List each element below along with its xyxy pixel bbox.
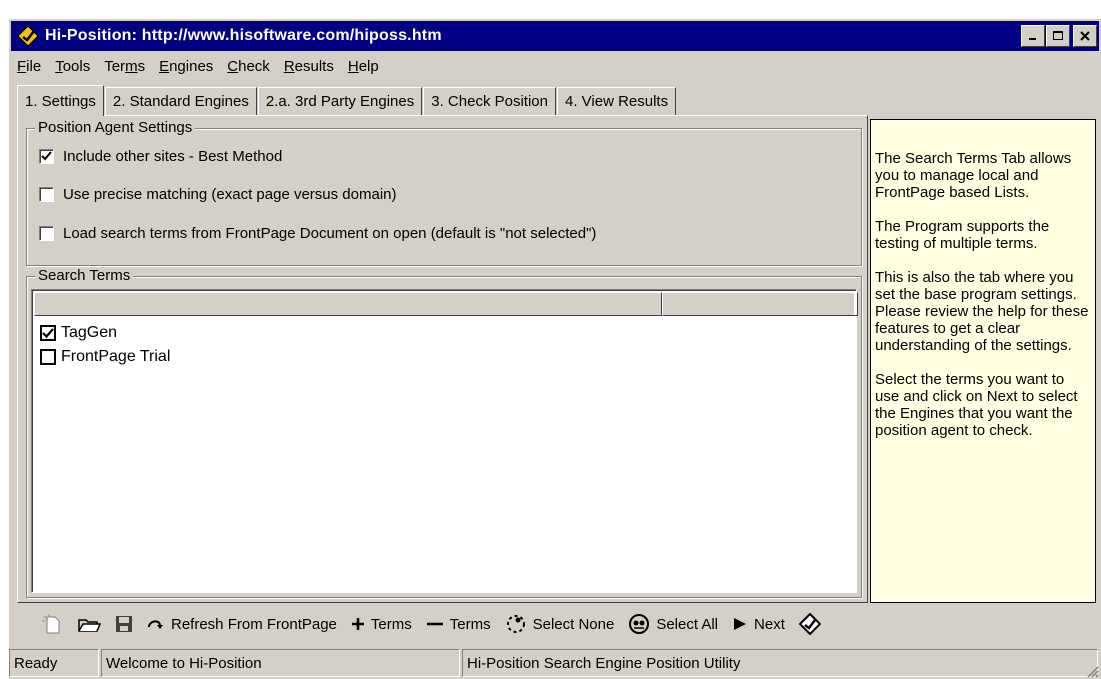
tab-3rd-party-engines[interactable]: 2.a. 3rd Party Engines — [257, 87, 423, 115]
select-all-button[interactable]: Select All — [628, 613, 718, 635]
add-terms-button[interactable]: Terms — [351, 616, 412, 633]
about-button[interactable] — [798, 613, 821, 635]
save-icon — [116, 616, 132, 632]
select-all-icon — [629, 614, 650, 634]
tab-settings[interactable]: 1. Settings — [17, 85, 104, 116]
help-paragraph: This is also the tab where you set the b… — [875, 269, 1089, 354]
precise-matching-label: Use precise matching (exact page versus … — [63, 186, 397, 203]
minimize-button[interactable] — [1021, 25, 1045, 47]
toolbar: Refresh From FrontPage Terms Terms Selec… — [11, 605, 1099, 643]
open-button[interactable] — [77, 614, 101, 634]
new-file-icon — [42, 614, 60, 634]
precise-matching-checkbox[interactable] — [39, 187, 54, 202]
precise-matching-option[interactable]: Use precise matching (exact page versus … — [39, 186, 397, 203]
window-controls — [1020, 25, 1097, 47]
help-paragraph: The Program supports the testing of mult… — [875, 218, 1050, 252]
search-terms-list[interactable]: TagGen FrontPage Trial — [31, 289, 858, 593]
tab-standard-engines[interactable]: 2. Standard Engines — [104, 87, 257, 115]
select-none-button[interactable]: Select None — [505, 613, 614, 635]
help-paragraph: Select the terms you want to use and cli… — [875, 371, 1078, 439]
status-app-name: Hi-Position Search Engine Position Utili… — [462, 649, 1098, 677]
term-checkbox[interactable] — [40, 325, 56, 341]
list-header — [34, 292, 858, 316]
term-label: TagGen — [61, 324, 118, 341]
minimize-icon — [1029, 38, 1036, 40]
status-message: Welcome to Hi-Position — [101, 649, 460, 677]
tab-check-position[interactable]: 3. Check Position — [423, 87, 556, 115]
help-paragraph: The Search Terms Tab allows you to manag… — [875, 150, 1072, 201]
app-window: Hi-Position: http://www.hisoftware.com/h… — [8, 18, 1101, 679]
load-search-terms-checkbox[interactable] — [39, 226, 54, 241]
status-state: Ready — [9, 649, 99, 677]
menu-terms[interactable]: Terms — [98, 58, 153, 75]
list-item-frontpage-trial[interactable]: FrontPage Trial — [40, 348, 170, 366]
list-item-taggen[interactable]: TagGen — [40, 324, 117, 342]
list-column-header-1[interactable] — [34, 292, 662, 316]
menu-check[interactable]: Check — [221, 58, 278, 75]
window-title: Hi-Position: http://www.hisoftware.com/h… — [45, 27, 442, 44]
remove-terms-button[interactable]: Terms — [426, 616, 491, 633]
refresh-icon — [148, 620, 163, 629]
include-other-sites-option[interactable]: Include other sites - Best Method — [39, 148, 282, 165]
next-button[interactable]: Next — [732, 616, 785, 633]
term-checkbox[interactable] — [40, 349, 56, 365]
new-button[interactable] — [41, 613, 63, 635]
search-terms-group: Search Terms TagGen FrontPage Trial — [26, 267, 862, 598]
minus-icon — [426, 622, 443, 626]
checkmark-icon — [41, 151, 52, 161]
save-button[interactable] — [115, 615, 133, 633]
refresh-from-frontpage-button[interactable]: Refresh From FrontPage — [147, 616, 337, 633]
maximize-button[interactable] — [1046, 25, 1070, 47]
checkmark-icon — [42, 328, 54, 339]
plus-icon — [351, 618, 364, 630]
open-folder-icon — [78, 619, 101, 632]
close-icon — [1080, 31, 1090, 41]
status-bar: Ready Welcome to Hi-Position Hi-Position… — [9, 647, 1101, 679]
list-column-header-2[interactable] — [662, 292, 858, 316]
play-arrow-icon — [734, 618, 747, 630]
help-panel: The Search Terms Tab allows you to manag… — [870, 119, 1096, 603]
close-button[interactable] — [1073, 25, 1097, 47]
position-agent-settings-group: Position Agent Settings Include other si… — [26, 119, 862, 266]
maximize-icon — [1053, 31, 1063, 40]
resize-grip-icon[interactable] — [1085, 664, 1099, 678]
term-label: FrontPage Trial — [61, 348, 171, 365]
menu-bar: File Tools Terms Engines Check Results H… — [11, 53, 387, 79]
select-none-icon — [506, 615, 525, 633]
menu-engines[interactable]: Engines — [153, 58, 221, 75]
settings-panel: Position Agent Settings Include other si… — [17, 115, 868, 603]
menu-results[interactable]: Results — [278, 58, 342, 75]
include-other-sites-checkbox[interactable] — [39, 149, 54, 164]
load-search-terms-option[interactable]: Load search terms from FrontPage Documen… — [39, 225, 596, 242]
include-other-sites-label: Include other sites - Best Method — [63, 148, 283, 165]
position-agent-settings-label: Position Agent Settings — [35, 119, 196, 136]
menu-help[interactable]: Help — [342, 58, 387, 75]
menu-tools[interactable]: Tools — [49, 58, 98, 75]
tab-view-results[interactable]: 4. View Results — [556, 87, 677, 115]
app-logo-icon — [17, 25, 39, 47]
app-badge-icon — [798, 613, 821, 635]
load-search-terms-label: Load search terms from FrontPage Documen… — [63, 225, 597, 242]
title-bar[interactable]: Hi-Position: http://www.hisoftware.com/h… — [11, 21, 1099, 51]
menu-file[interactable]: File — [11, 58, 49, 75]
tab-strip: 1. Settings 2. Standard Engines 2.a. 3rd… — [17, 85, 677, 116]
search-terms-label: Search Terms — [35, 267, 134, 284]
